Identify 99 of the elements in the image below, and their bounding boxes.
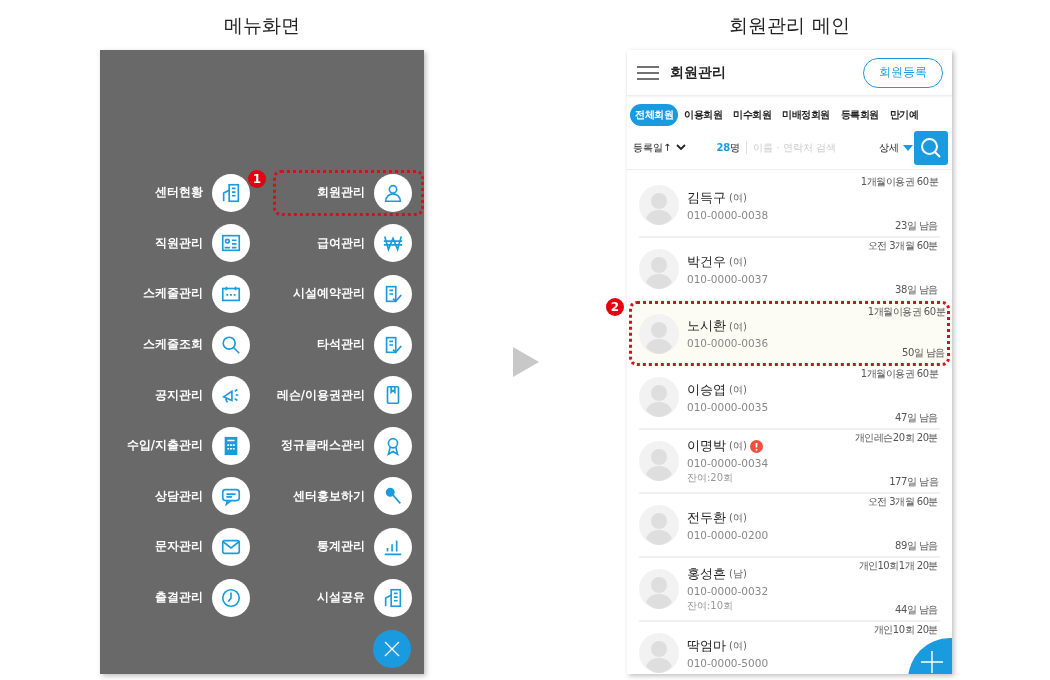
days-remaining: 23일 남음 [895,219,938,233]
menu-item[interactable]: 수입/지출관리 [111,422,262,469]
member-phone: 010-0000-0034 [687,456,770,469]
building-icon [382,586,404,609]
plus-icon [921,651,943,673]
days-remaining: 38일 남음 [895,283,938,297]
member-gender: (여) [729,383,747,397]
remaining-sessions: 잔여:20회 [687,470,735,485]
search-icon [920,136,942,159]
days-remaining: 89일 남음 [895,539,938,553]
membership-plan: 1개월이용권 60분 [860,175,938,189]
remaining-sessions: 잔여:10회 [687,598,735,613]
close-button[interactable] [373,630,411,668]
register-button[interactable]: 회원등록 [863,57,943,88]
days-remaining: 50일 남음 [902,346,945,360]
menu-item[interactable]: 상담관리 [111,473,262,520]
chevron-down-icon [676,144,687,151]
menu-item[interactable]: 공지관리 [111,372,262,418]
screen-caption: 메뉴화면 [223,13,301,38]
days-remaining: 177일 남음 [889,475,938,489]
avatar-icon [639,441,679,481]
filter-tab[interactable]: 미배정회원 [777,104,835,126]
detail-dropdown[interactable]: 상세 [879,140,914,155]
menu-item[interactable]: 시설예약관리 [273,271,424,317]
menu-item[interactable]: 문자관리 [111,524,262,570]
sort-dropdown[interactable]: 등록일↑ [633,140,687,155]
member-row[interactable]: 이명박 (여) 010-0000-0034 잔여:20회 개인레슨20회 20분 177일 남음 [639,430,940,494]
member-count: 28명 [716,140,741,155]
menu-item[interactable]: 통계관리 [273,524,424,570]
member-name: 이명박 [687,437,726,455]
member-name: 박건우 [687,253,726,271]
dropdown-triangle-icon [903,144,914,151]
building-icon [220,181,242,204]
menu-icon[interactable] [637,65,659,80]
member-phone: 010-0000-0036 [687,337,770,349]
clock-icon [220,586,242,609]
member-name: 홍성흔 [687,565,726,583]
membership-plan: 개인10회 20분 [873,623,938,637]
menu-item[interactable]: 레슨/이용권관리 [273,372,424,418]
magnifier-icon [220,333,242,356]
member-name: 노시환 [687,318,726,335]
menu-item[interactable]: 정규클래스관리 [273,422,424,469]
member-phone: 010-0000-5000 [687,656,770,669]
member-row[interactable]: 전두환 (여) 010-0000-0200 오전 3개월 60분 89일 남음 [639,494,940,558]
member-gender: (여) [729,639,747,653]
avatar-icon [639,505,679,545]
member-row[interactable]: 이승엽 (여) 010-0000-0035 1개월이용권 60분 47일 남음 [639,366,940,430]
avatar-icon [639,633,679,673]
member-gender: (여) [729,319,747,334]
filter-tab[interactable]: 등록회원 [835,104,884,126]
member-name: 전두환 [687,509,726,527]
filter-tab[interactable]: 이용회원 [679,104,727,126]
member-name: 김득구 [687,189,726,207]
member-gender: (여) [729,511,747,525]
membership-plan: 오전 3개월 60분 [867,239,938,253]
menu-item[interactable]: 출결관리 [111,574,262,621]
search-button[interactable] [914,130,948,165]
member-name: 이승엽 [687,381,726,399]
close-icon [383,640,401,658]
member-phone: 010-0000-0200 [687,528,770,541]
days-remaining: 47일 남음 [895,411,938,425]
member-gender: (여) [729,255,747,269]
next-arrow-icon [512,347,539,377]
member-gender: (남) [729,567,747,581]
menu-item[interactable]: 시설공유 [273,574,424,621]
membership-plan: 1개월이용권 60분 [860,367,938,381]
menu-item[interactable]: 스케줄조회 [111,321,262,368]
member-phone: 010-0000-0037 [687,272,770,285]
avatar-icon [639,377,679,417]
member-phone: 010-0000-0035 [687,400,770,413]
step-badge: 2 [606,298,624,316]
member-gender: (여) [729,439,747,453]
menu-item[interactable]: 회원관리 [273,170,424,216]
filter-tab[interactable]: 만기예 [884,104,923,126]
member-name: 딱엄마 [687,637,726,655]
menu-item[interactable]: 센터홍보하기 [273,473,424,520]
step-badge: 1 [248,170,266,188]
screen-title: 회원관리 [670,63,727,82]
filter-tab[interactable]: 미수회원 [728,104,776,126]
member-row[interactable]: 홍성흔 (남) 010-0000-0032 잔여:10회 개인10회1개 20분 44일 남음 [639,558,940,622]
menu-item[interactable]: 스케줄관리 [111,271,262,317]
avatar-icon [639,249,679,289]
member-row[interactable]: 김득구 (여) 010-0000-0038 1개월이용권 60분 23일 남음 [639,174,940,238]
member-phone: 010-0000-0038 [687,208,770,221]
days-remaining: 44일 남음 [895,603,938,617]
membership-plan: 오전 3개월 60분 [867,495,938,509]
screen-caption: 회원관리 메인 [728,13,851,38]
menu-item[interactable]: 타석관리 [273,321,424,368]
avatar-icon [639,569,679,609]
member-gender: (여) [729,191,747,205]
membership-plan: 개인10회1개 20분 [858,559,938,573]
membership-plan: 개인레슨20회 20분 [854,431,938,445]
member-phone: 010-0000-0032 [687,584,770,597]
avatar-icon [639,185,679,225]
menu-item[interactable]: 직원관리 [111,220,262,267]
avatar-icon [639,313,679,354]
filter-tab[interactable]: 전체회원 [630,104,678,126]
membership-plan: 1개월이용권 60분 [867,305,945,319]
menu-item[interactable]: 급여관리 [273,220,424,267]
